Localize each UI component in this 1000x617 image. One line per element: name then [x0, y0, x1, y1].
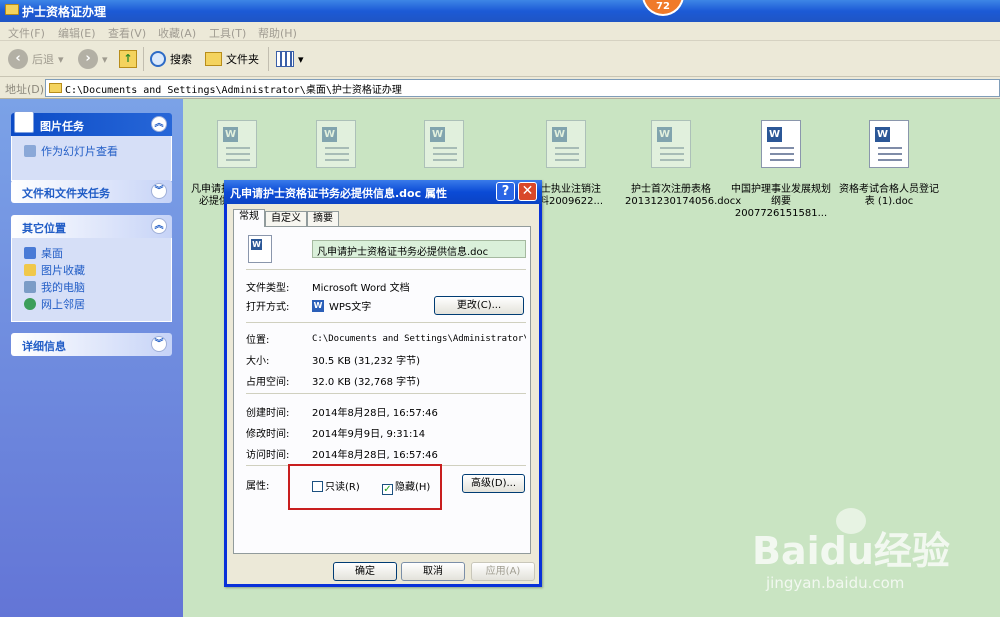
wps-writer-icon: W [312, 299, 324, 312]
expand-icon[interactable]: ︾ [151, 336, 167, 352]
modified-value: 2014年9月9日, 9:31:14 [312, 429, 426, 440]
word-document-icon: W [651, 120, 691, 168]
tab-general[interactable]: 常规 [233, 209, 265, 227]
tab-summary[interactable]: 摘要 [307, 211, 339, 227]
advanced-button[interactable]: 高级(D)... [462, 474, 525, 493]
close-icon[interactable]: ✕ [518, 182, 537, 201]
folders-button[interactable]: 文件夹 [205, 48, 259, 70]
slideshow-icon [24, 144, 36, 157]
menu-bar: 文件(F) 编辑(E) 查看(V) 收藏(A) 工具(T) 帮助(H) [0, 22, 1000, 41]
panel-details: 详细信息 ︾ [11, 333, 172, 356]
file-item[interactable]: W 资格考试合格人员登记 表 (1).doc [834, 100, 944, 208]
forward-arrow-icon: › [78, 49, 98, 69]
panel-file-tasks: 文件和文件夹任务 ︾ [11, 180, 172, 203]
dialog-title: 凡申请护士资格证书务必提供信息.doc 属性 [230, 187, 447, 200]
counter-badge: 72 [642, 0, 684, 16]
collapse-icon[interactable]: ︽ [151, 218, 167, 234]
place-my-computer[interactable]: 我的电脑 [24, 278, 171, 295]
toolbar: ‹ 后退 ▾ › ▾ ↑ 搜索 文件夹 ▾ [0, 41, 1000, 77]
collapse-icon[interactable]: ︽ [151, 116, 167, 132]
slideshow-link[interactable]: 作为幻灯片查看 [24, 142, 171, 159]
ok-button[interactable]: 确定 [333, 562, 397, 581]
desktop-icon [24, 246, 36, 259]
watermark-url: jingyan.baidu.com [766, 574, 905, 592]
menu-tools[interactable]: 工具(T) [209, 25, 246, 41]
tab-strip: 常规 自定义 摘要 [233, 209, 339, 227]
address-input[interactable]: C:\Documents and Settings\Administrator\… [45, 79, 1000, 97]
word-document-icon: W [248, 235, 272, 263]
change-button[interactable]: 更改(C)... [434, 296, 524, 315]
window-title: 护士资格证办理 [22, 5, 107, 19]
folder-icon [205, 52, 222, 66]
word-document-icon: W [869, 120, 909, 168]
panel-picture-tasks: 图片任务 ︽ 作为幻灯片查看 [11, 111, 172, 181]
network-icon [24, 297, 36, 310]
filename-input[interactable]: 凡申请护士资格证书务必提供信息.doc [312, 240, 526, 258]
help-icon[interactable]: ? [496, 182, 515, 201]
cancel-button[interactable]: 取消 [401, 562, 465, 581]
place-desktop[interactable]: 桌面 [24, 244, 171, 261]
panel-header[interactable]: 详细信息 ︾ [11, 333, 172, 356]
watermark-brand: Baidu经验 [752, 529, 950, 573]
panel-header[interactable]: 其它位置 ︽ [11, 215, 172, 238]
word-document-icon: W [217, 120, 257, 168]
panel-header[interactable]: 文件和文件夹任务 ︾ [11, 180, 172, 203]
created-value: 2014年8月28日, 16:57:46 [312, 408, 438, 419]
size-on-disk-value: 32.0 KB (32,768 字节) [312, 377, 421, 388]
panel-header[interactable]: 图片任务 ︽ [11, 111, 172, 136]
forward-button[interactable]: › ▾ [78, 48, 108, 70]
views-grid-icon [276, 51, 294, 67]
dropdown-arrow-icon: ▾ [58, 52, 64, 66]
open-with-value: WPS文字 [329, 302, 372, 313]
menu-edit[interactable]: 编辑(E) [58, 25, 96, 41]
panel-other-places: 其它位置 ︽ 桌面 图片收藏 我的电脑 网上邻居 [11, 215, 172, 322]
back-arrow-icon: ‹ [8, 49, 28, 69]
address-bar: 地址(D) C:\Documents and Settings\Administ… [0, 77, 1000, 99]
folder-icon [5, 4, 19, 15]
menu-help[interactable]: 帮助(H) [258, 25, 297, 41]
location-value: C:\Documents and Settings\Administrator\… [312, 334, 526, 344]
file-item[interactable]: W 中国护理事业发展规划 纲要2007726151581... [731, 100, 831, 220]
menu-file[interactable]: 文件(F) [8, 25, 45, 41]
search-icon [150, 51, 166, 67]
place-my-pictures[interactable]: 图片收藏 [24, 261, 171, 278]
up-folder-icon: ↑ [119, 50, 137, 68]
file-item[interactable]: W [290, 100, 382, 168]
task-pane: 图片任务 ︽ 作为幻灯片查看 文件和文件夹任务 ︾ 其它位置 ︽ 桌面 图片收藏… [0, 99, 183, 617]
file-item[interactable]: W 护士首次注册表格 20131230174056.docx [625, 100, 741, 208]
menu-favorites[interactable]: 收藏(A) [158, 25, 196, 41]
dialog-titlebar[interactable]: 凡申请护士资格证书务必提供信息.doc 属性 ? ✕ [224, 180, 542, 204]
file-item[interactable]: W [398, 100, 490, 168]
size-value: 30.5 KB (31,232 字节) [312, 356, 421, 367]
highlight-box [288, 464, 442, 510]
my-pictures-icon [24, 263, 36, 276]
apply-button[interactable]: 应用(A) [471, 562, 535, 581]
place-network[interactable]: 网上邻居 [24, 295, 171, 312]
menu-view[interactable]: 查看(V) [108, 25, 146, 41]
window-titlebar: 护士资格证办理 72 [0, 0, 1000, 22]
back-button[interactable]: ‹ 后退 ▾ [8, 48, 64, 70]
word-document-icon: W [316, 120, 356, 168]
file-type-value: Microsoft Word 文档 [312, 283, 410, 294]
word-document-icon: W [761, 120, 801, 168]
my-computer-icon [24, 280, 36, 293]
address-label: 地址(D) [5, 83, 45, 96]
dropdown-arrow-icon: ▾ [102, 52, 108, 66]
accessed-value: 2014年8月28日, 16:57:46 [312, 450, 438, 461]
baidu-watermark: Baidu经验 jingyan.baidu.com [752, 508, 992, 610]
up-folder-button[interactable]: ↑ [119, 48, 137, 70]
properties-dialog: 凡申请护士资格证书务必提供信息.doc 属性 ? ✕ 常规 自定义 摘要 W 凡… [224, 180, 542, 587]
tab-custom[interactable]: 自定义 [265, 211, 307, 227]
dropdown-arrow-icon: ▾ [298, 52, 304, 66]
pictures-icon [14, 111, 34, 133]
word-document-icon: W [424, 120, 464, 168]
word-document-icon: W [546, 120, 586, 168]
views-button[interactable]: ▾ [276, 48, 304, 70]
search-button[interactable]: 搜索 [150, 48, 192, 70]
folder-icon [49, 83, 62, 93]
expand-icon[interactable]: ︾ [151, 183, 167, 199]
